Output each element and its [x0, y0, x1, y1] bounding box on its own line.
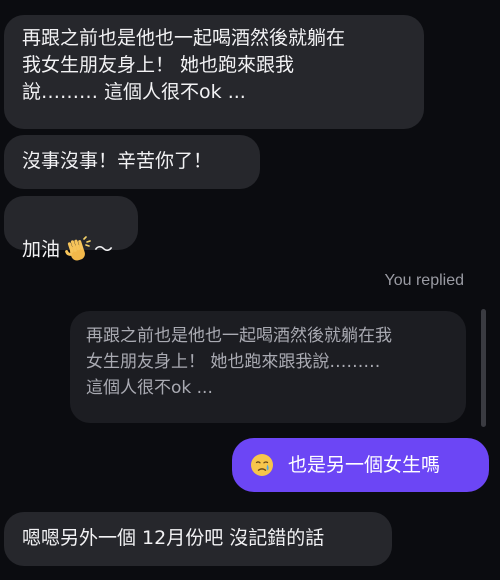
message-text-suffix: ～ [94, 238, 114, 261]
outgoing-message-bubble[interactable]: 也是另一個女生嗎 [232, 438, 489, 492]
incoming-message-bubble[interactable]: 沒事沒事！辛苦你了！ [4, 135, 260, 189]
clapping-hands-icon [64, 236, 92, 264]
message-thread: 再跟之前也是他也一起喝酒然後就躺在 我女生朋友身上！ 她也跑來跟我 說……… 這… [0, 0, 500, 580]
message-text: 也是另一個女生嗎 [288, 453, 441, 476]
quoted-message-preview[interactable]: 再跟之前也是他也一起喝酒然後就躺在我 女生朋友身上！ 她也跑來跟我說……… 這個… [70, 311, 466, 423]
incoming-message-bubble[interactable]: 加油 ～ [4, 196, 138, 261]
incoming-message-bubble[interactable]: 嗯嗯另外一個 12月份吧 沒記錯的話 [4, 512, 392, 566]
you-replied-label: You replied [384, 272, 464, 289]
incoming-message-bubble[interactable]: 再跟之前也是他也一起喝酒然後就躺在 我女生朋友身上！ 她也跑來跟我 說……… 這… [4, 15, 424, 129]
message-text: 加油 [22, 238, 61, 261]
quote-indicator-bar [481, 309, 486, 427]
crying-face-icon [250, 453, 274, 477]
